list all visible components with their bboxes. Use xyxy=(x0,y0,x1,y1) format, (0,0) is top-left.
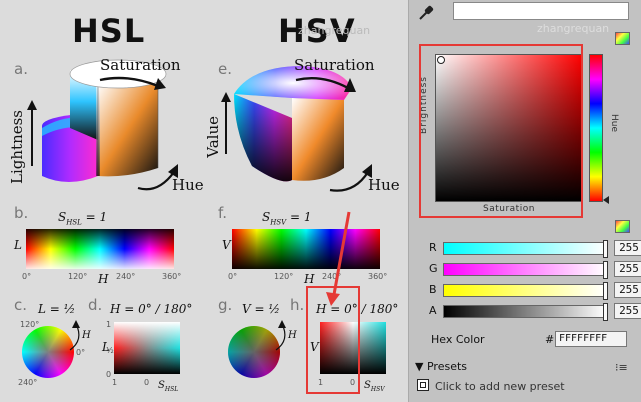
presets-foldout[interactable]: ▼ Presets xyxy=(415,360,467,373)
add-preset-label[interactable]: Click to add new preset xyxy=(435,380,565,393)
s-hsl-equation: SHSL = 1 xyxy=(58,210,108,227)
channel-label-g: G xyxy=(429,262,438,275)
hex-color-input[interactable]: FFFFFFFF xyxy=(555,331,627,347)
axis-v-label: V xyxy=(222,238,231,252)
s-hsl-axis-label: SHSL xyxy=(158,380,179,393)
s-hsv-equation: SHSV = 1 xyxy=(262,210,312,227)
channel-value-g[interactable]: 255 xyxy=(614,261,641,277)
watermark: zhangrequan xyxy=(298,24,371,37)
slice-bottom-0: 0 xyxy=(144,378,150,387)
tick-120-hsv: 120° xyxy=(274,272,294,281)
channel-slider-g[interactable] xyxy=(443,261,608,279)
hsl-title: HSL xyxy=(72,12,146,50)
hue-slider[interactable] xyxy=(589,54,603,202)
wheel-120-label: 120° xyxy=(20,320,40,329)
hsv-value-hue-strip xyxy=(232,229,380,269)
channel-row-g: G 255 xyxy=(427,261,641,279)
channel-label-b: B xyxy=(429,283,437,296)
tick-360-hsv: 360° xyxy=(368,272,388,281)
channel-handle-g[interactable] xyxy=(603,261,608,279)
tick-0-hsv: 0° xyxy=(228,272,238,281)
screen: HSL HSV zhangrequan a. Saturation Lightn… xyxy=(0,0,641,402)
channel-row-r: R 255 xyxy=(427,240,641,258)
value-label: Value xyxy=(204,116,222,158)
axis-h-label-hsv: H xyxy=(304,272,315,286)
channel-label-r: R xyxy=(429,241,437,254)
tick-0: 0° xyxy=(22,272,32,281)
channel-value-a[interactable]: 255 xyxy=(614,303,641,319)
channel-value-r[interactable]: 255 xyxy=(614,240,641,256)
tick-240-hsv: 240° xyxy=(322,272,342,281)
color-preview-field[interactable] xyxy=(453,2,629,20)
s-hsv-axis-label: SHSV xyxy=(364,380,385,393)
add-preset-swatch[interactable] xyxy=(417,379,429,391)
hsl-lightness-hue-strip xyxy=(26,229,174,269)
channel-handle-a[interactable] xyxy=(603,303,608,321)
channel-handle-b[interactable] xyxy=(603,282,608,300)
section-letter-c: c. xyxy=(14,296,28,314)
highlight-box-hsv-slice xyxy=(306,286,360,394)
hsl-slice-square xyxy=(114,322,180,374)
hsl-hue-label: Hue xyxy=(172,176,204,194)
section-letter-d: d. xyxy=(88,296,103,314)
wheel-h-label-hsv: H xyxy=(288,330,297,341)
slice-tick-1: 1 xyxy=(106,320,112,329)
axis-h-label: H xyxy=(98,272,109,286)
axis-l-label: L xyxy=(14,238,22,252)
section-letter-g: g. xyxy=(218,296,233,314)
wheel-240-label: 240° xyxy=(18,378,38,387)
tick-240: 240° xyxy=(116,272,136,281)
hsl-saturation-label: Saturation xyxy=(100,56,181,74)
slider-mode-toggle-icon[interactable] xyxy=(615,220,630,233)
hue-slider-handle[interactable] xyxy=(603,196,609,204)
channel-value-b[interactable]: 255 xyxy=(614,282,641,298)
highlight-box-sv-square xyxy=(419,44,583,218)
slice-bottom-1: 1 xyxy=(112,378,118,387)
wheel-h-label: H xyxy=(82,330,91,341)
slice-tick-half: ½ xyxy=(106,346,114,355)
section-letter-b: b. xyxy=(14,204,29,222)
panel-watermark: zhangrequan xyxy=(537,22,610,35)
lightness-label: Lightness xyxy=(8,110,26,184)
tick-360: 360° xyxy=(162,272,182,281)
foldout-triangle-icon: ▼ xyxy=(415,360,424,373)
eyedropper-icon[interactable] xyxy=(417,4,435,22)
hex-hash-label: # xyxy=(545,333,555,346)
tick-120: 120° xyxy=(68,272,88,281)
l-half-label: L = ½ xyxy=(38,302,76,316)
section-letter-f: f. xyxy=(218,204,227,222)
picker-mode-toggle-icon[interactable] xyxy=(615,32,630,45)
v-half-label: V = ½ xyxy=(242,302,280,316)
presets-label: Presets xyxy=(426,360,467,373)
hue-axis-label: Hue xyxy=(609,114,619,133)
hex-color-label: Hex Color xyxy=(431,333,485,346)
slice-tick-0: 0 xyxy=(106,370,112,379)
color-picker-panel: zhangrequan Brightness Saturation Hue R … xyxy=(408,0,641,402)
channel-slider-r[interactable] xyxy=(443,240,608,258)
channel-label-a: A xyxy=(429,304,437,317)
channel-row-b: B 255 xyxy=(427,282,641,300)
hsl-hsv-diagram: HSL HSV zhangrequan a. Saturation Lightn… xyxy=(0,0,408,402)
hsl-h-slice-label: H = 0° / 180° xyxy=(110,302,193,316)
section-letter-h: h. xyxy=(290,296,305,314)
hsv-hue-label: Hue xyxy=(368,176,400,194)
channel-slider-b[interactable] xyxy=(443,282,608,300)
channel-row-a: A 255 xyxy=(427,303,641,321)
hsv-saturation-label: Saturation xyxy=(294,56,375,74)
presets-menu-icon[interactable]: ⁝≡ xyxy=(615,361,628,374)
channel-slider-a[interactable] xyxy=(443,303,608,321)
channel-handle-r[interactable] xyxy=(603,240,608,258)
